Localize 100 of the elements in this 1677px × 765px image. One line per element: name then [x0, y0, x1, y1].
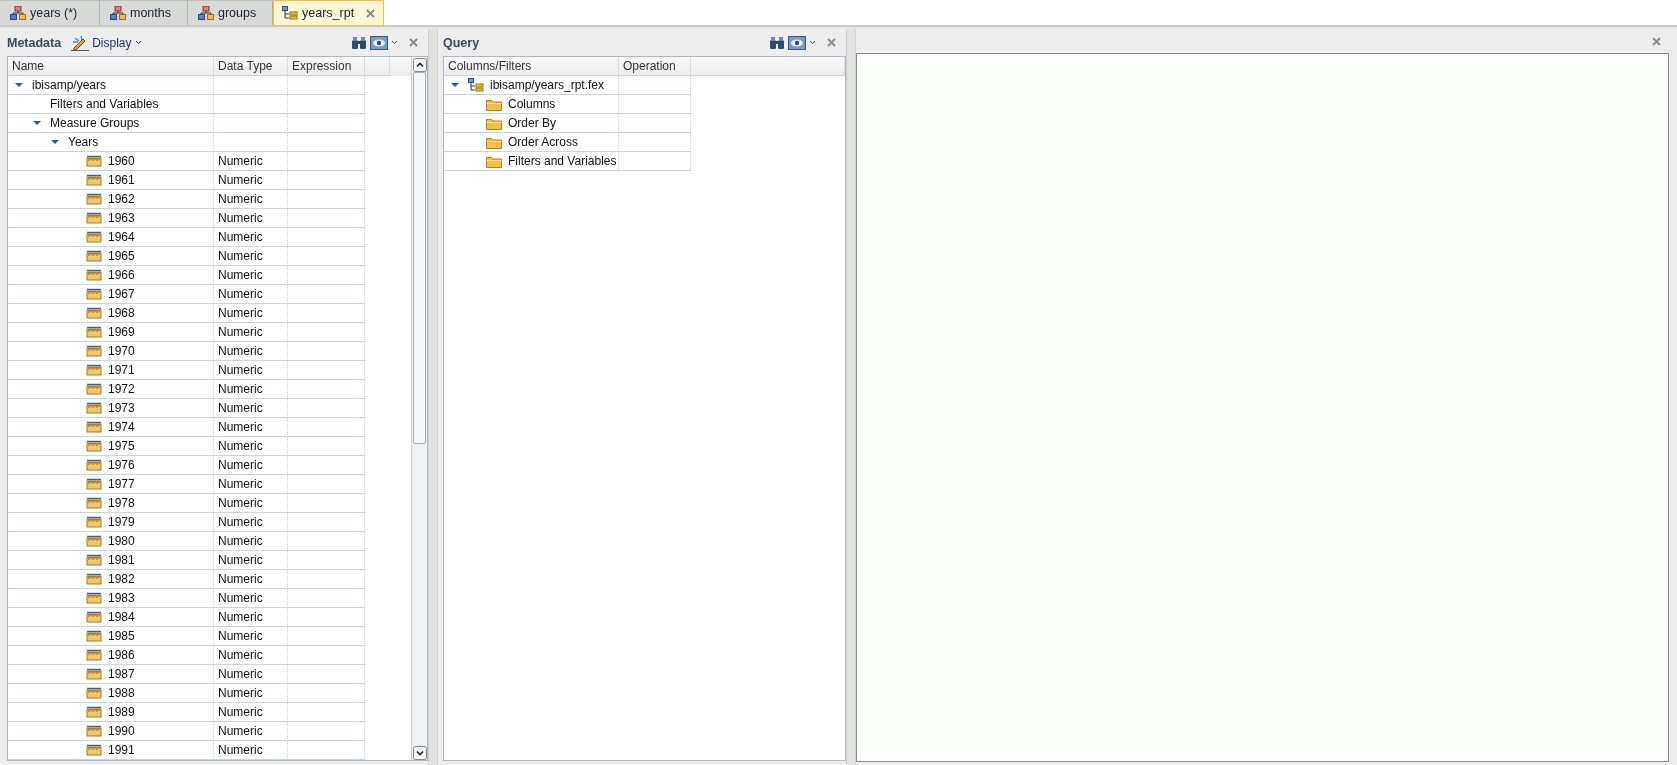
- data-type-cell: Numeric: [218, 648, 263, 662]
- data-type-cell: Numeric: [218, 287, 263, 301]
- column-header[interactable]: Name: [8, 57, 214, 76]
- tree-item[interactable]: 1973: [108, 401, 135, 415]
- tree-item[interactable]: 1961: [108, 173, 135, 187]
- tree-item[interactable]: 1969: [108, 325, 135, 339]
- scroll-down-icon[interactable]: [412, 746, 427, 760]
- tree-item[interactable]: 1983: [108, 591, 135, 605]
- data-type-cell: Numeric: [218, 382, 263, 396]
- close-icon[interactable]: [409, 38, 418, 47]
- splitter-handle[interactable]: [846, 29, 856, 765]
- ruler-icon: [86, 516, 102, 528]
- data-type-cell: Numeric: [218, 230, 263, 244]
- tab[interactable]: years_rpt: [273, 0, 385, 26]
- column-header[interactable]: Expression: [288, 57, 365, 76]
- ruler-icon: [86, 421, 102, 433]
- tree-item[interactable]: 1967: [108, 287, 135, 301]
- tree-item[interactable]: 1981: [108, 553, 135, 567]
- tree-item[interactable]: ibisamp/years_rpt.fex: [490, 78, 605, 92]
- ruler-icon: [86, 554, 102, 566]
- tree-item[interactable]: 1990: [108, 724, 135, 738]
- folder-icon: [486, 116, 502, 130]
- binoculars-icon[interactable]: [351, 35, 367, 50]
- tree-item[interactable]: 1985: [108, 629, 135, 643]
- tree-item[interactable]: 1979: [108, 515, 135, 529]
- ruler-icon: [86, 364, 102, 376]
- tree-item[interactable]: 1980: [108, 534, 135, 548]
- tree-item[interactable]: 1966: [108, 268, 135, 282]
- tree-item[interactable]: 1974: [108, 420, 135, 434]
- tree-item[interactable]: 1978: [108, 496, 135, 510]
- tree-item[interactable]: 1989: [108, 705, 135, 719]
- tree-item[interactable]: 1991: [108, 743, 135, 757]
- scroll-thumb[interactable]: [413, 72, 426, 444]
- close-icon[interactable]: [827, 38, 836, 47]
- ruler-icon: [86, 231, 102, 243]
- tree-item[interactable]: 1986: [108, 648, 135, 662]
- caret-icon[interactable]: [391, 40, 398, 45]
- tree-item[interactable]: 1962: [108, 192, 135, 206]
- ruler-icon: [86, 288, 102, 300]
- tab[interactable]: years (*): [0, 0, 100, 25]
- display-button[interactable]: Display: [71, 34, 142, 51]
- tree-structure-icon: [468, 78, 484, 92]
- ruler-icon: [86, 573, 102, 585]
- tree-item[interactable]: 1970: [108, 344, 135, 358]
- tree-item[interactable]: Order By: [508, 116, 556, 130]
- splitter-handle[interactable]: [428, 29, 438, 765]
- ruler-icon: [86, 269, 102, 281]
- expand-arrow-icon[interactable]: [450, 81, 460, 89]
- tree-item[interactable]: 1987: [108, 667, 135, 681]
- data-type-cell: Numeric: [218, 211, 263, 225]
- data-type-cell: Numeric: [218, 724, 263, 738]
- data-type-cell: Numeric: [218, 477, 263, 491]
- close-icon[interactable]: [366, 8, 376, 18]
- tree-item[interactable]: 1963: [108, 211, 135, 225]
- ruler-icon: [86, 459, 102, 471]
- tree-item[interactable]: Measure Groups: [50, 116, 140, 130]
- caret-icon[interactable]: [809, 40, 816, 45]
- ruler-icon: [86, 497, 102, 509]
- tree-item[interactable]: ibisamp/years: [32, 78, 107, 92]
- tree-item[interactable]: 1988: [108, 686, 135, 700]
- tree-item[interactable]: Filters and Variables: [50, 97, 159, 111]
- data-type-cell: Numeric: [218, 306, 263, 320]
- expand-arrow-icon[interactable]: [14, 81, 24, 89]
- ruler-icon: [86, 326, 102, 338]
- column-header[interactable]: Columns/Filters: [444, 57, 619, 76]
- folder-icon: [486, 154, 502, 168]
- ruler-icon: [86, 611, 102, 623]
- tree-item[interactable]: 1982: [108, 572, 135, 586]
- data-type-cell: Numeric: [218, 268, 263, 282]
- preview-icon[interactable]: [370, 35, 388, 50]
- tree-item[interactable]: Filters and Variables: [508, 154, 617, 168]
- tree-item[interactable]: 1976: [108, 458, 135, 472]
- hierarchy-icon: [110, 6, 126, 20]
- tree-item[interactable]: 1975: [108, 439, 135, 453]
- data-type-cell: Numeric: [218, 705, 263, 719]
- scrollbar[interactable]: [411, 57, 427, 760]
- tree-item[interactable]: 1984: [108, 610, 135, 624]
- tree-item[interactable]: Columns: [508, 97, 556, 111]
- tree-item[interactable]: 1977: [108, 477, 135, 491]
- tree-item[interactable]: 1968: [108, 306, 135, 320]
- tab[interactable]: months: [100, 0, 188, 25]
- expand-arrow-icon[interactable]: [32, 119, 42, 127]
- data-type-cell: Numeric: [218, 610, 263, 624]
- ruler-icon: [86, 174, 102, 186]
- close-icon[interactable]: [1652, 36, 1661, 46]
- column-header[interactable]: Operation: [619, 57, 691, 76]
- column-header[interactable]: Data Type: [214, 57, 288, 76]
- tab[interactable]: groups: [188, 0, 273, 25]
- tree-item[interactable]: Years: [68, 135, 99, 149]
- tree-item[interactable]: 1960: [108, 154, 135, 168]
- tree-item[interactable]: Order Across: [508, 135, 579, 149]
- binoculars-icon[interactable]: [769, 35, 785, 50]
- tree-item[interactable]: 1972: [108, 382, 135, 396]
- tree-item[interactable]: 1965: [108, 249, 135, 263]
- scroll-up-icon[interactable]: [412, 58, 427, 72]
- data-type-cell: Numeric: [218, 173, 263, 187]
- preview-icon[interactable]: [788, 35, 806, 50]
- tree-item[interactable]: 1964: [108, 230, 135, 244]
- expand-arrow-icon[interactable]: [50, 138, 60, 146]
- tree-item[interactable]: 1971: [108, 363, 135, 377]
